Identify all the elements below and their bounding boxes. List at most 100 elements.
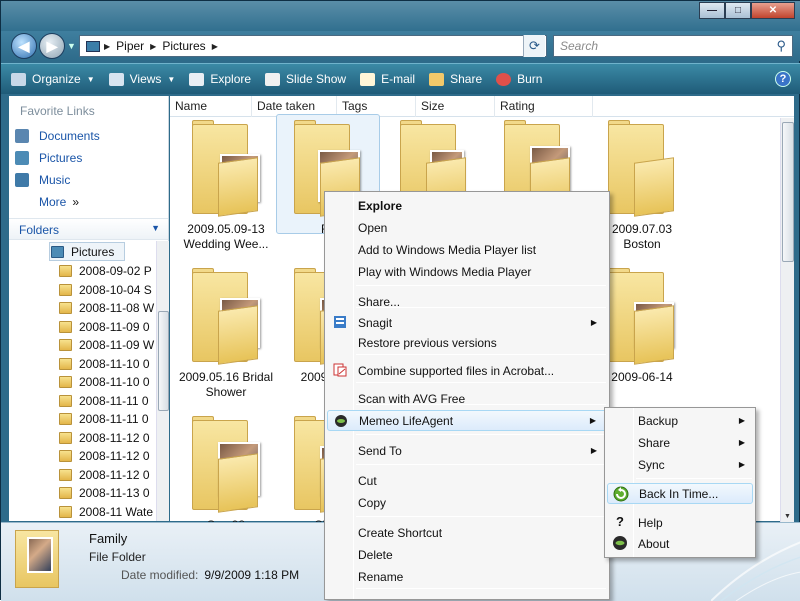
submenu-arrow-icon: ▶ bbox=[589, 416, 596, 425]
details-modified: Date modified: 9/9/2009 1:18 PM bbox=[121, 568, 299, 582]
snagit-icon bbox=[334, 316, 346, 328]
submenu-item-label: About bbox=[638, 536, 670, 551]
menu-item-label: Send To bbox=[358, 443, 402, 458]
email-button[interactable]: E-mail bbox=[360, 72, 415, 86]
share-button[interactable]: Share bbox=[429, 72, 482, 86]
breadcrumb-piper[interactable]: Piper bbox=[116, 39, 144, 53]
tree-item-folder[interactable]: 2008-11-12 0 bbox=[59, 466, 150, 484]
tree-scrollbar-thumb[interactable] bbox=[158, 311, 169, 411]
scroll-down-icon[interactable]: ▼ bbox=[784, 513, 791, 520]
favorite-pictures[interactable]: Pictures bbox=[15, 151, 82, 165]
breadcrumb-separator-icon[interactable]: ▶ bbox=[212, 42, 218, 51]
menu-item-explore[interactable]: Explore bbox=[327, 195, 607, 216]
explore-button[interactable]: Explore bbox=[189, 72, 251, 86]
address-bar[interactable]: ▶ Piper ▶ Pictures ▶ ▼ bbox=[79, 35, 547, 57]
recent-pages-dropdown[interactable]: ▼ bbox=[67, 41, 76, 51]
folder-icon bbox=[59, 265, 72, 277]
menu-item-combine-supported-files-in-acrobat[interactable]: Combine supported files in Acrobat... bbox=[327, 360, 607, 381]
tree-item-label: 2008-11-11 0 bbox=[79, 412, 149, 426]
column-name[interactable]: Name bbox=[170, 96, 252, 117]
tree-item-folder[interactable]: 2008-11-08 W bbox=[59, 299, 154, 317]
views-button[interactable]: Views ▼ bbox=[108, 72, 175, 86]
help-icon: ? bbox=[779, 73, 787, 85]
menu-item-send-to[interactable]: Send To ▶ bbox=[327, 440, 607, 461]
submenu-item-label: Backup bbox=[638, 413, 679, 428]
folders-title: Folders bbox=[19, 223, 60, 237]
favorite-music[interactable]: Music bbox=[15, 173, 70, 187]
organize-button[interactable]: Organize ▼ bbox=[11, 72, 95, 86]
folder-icon bbox=[192, 268, 260, 365]
tree-item-folder[interactable]: 2008-09-02 P bbox=[59, 262, 152, 280]
favorite-documents[interactable]: Documents bbox=[15, 129, 100, 143]
menu-item-share[interactable]: Share... bbox=[327, 291, 607, 312]
menu-item-create-shortcut[interactable]: Create Shortcut bbox=[327, 522, 607, 543]
folder-icon bbox=[59, 302, 72, 314]
menu-item-delete[interactable]: Delete bbox=[327, 544, 607, 565]
tree-item-folder[interactable]: 2008-11-11 0 bbox=[59, 410, 149, 428]
tree-item-folder[interactable]: 2008-11-12 0 bbox=[59, 447, 150, 465]
tree-scrollbar[interactable] bbox=[156, 241, 169, 521]
folders-header[interactable]: Folders ▼ bbox=[9, 218, 168, 240]
menu-item-rename[interactable]: Rename bbox=[327, 566, 607, 587]
menu-separator bbox=[356, 382, 606, 383]
submenu-item-back-in-time[interactable]: Back In Time... bbox=[607, 483, 753, 504]
file-list-scrollbar-thumb[interactable] bbox=[782, 122, 794, 262]
back-button[interactable]: ◀ bbox=[11, 33, 37, 59]
help-button[interactable]: ? bbox=[775, 71, 791, 87]
refresh-button[interactable]: ⟳ bbox=[523, 35, 545, 57]
submenu-item-help[interactable]: ? Help bbox=[607, 512, 753, 533]
breadcrumb-separator-icon[interactable]: ▶ bbox=[150, 42, 156, 51]
folder-icon bbox=[59, 339, 72, 351]
breadcrumb-separator-icon[interactable]: ▶ bbox=[104, 42, 110, 51]
submenu-item-about[interactable]: About bbox=[607, 533, 753, 554]
favorite-more[interactable]: More » bbox=[39, 195, 79, 209]
menu-item-cut[interactable]: Cut bbox=[327, 470, 607, 491]
folder-icon bbox=[86, 40, 100, 52]
menu-item-memeo-lifeagent[interactable]: Memeo LifeAgent ▶ bbox=[327, 410, 607, 431]
menu-item-scan-with-avg-free[interactable]: Scan with AVG Free bbox=[327, 388, 607, 409]
search-input[interactable]: Search ⚲ bbox=[553, 35, 793, 57]
submenu-item-backup[interactable]: Backup ▶ bbox=[607, 410, 753, 431]
menu-item-play-with-windows-media-player[interactable]: Play with Windows Media Player bbox=[327, 261, 607, 282]
forward-button[interactable]: ▶ bbox=[39, 33, 65, 59]
favorite-label: Pictures bbox=[39, 151, 83, 165]
folder-icon bbox=[59, 487, 72, 499]
breadcrumb-pictures[interactable]: Pictures bbox=[162, 39, 205, 53]
tree-item-folder[interactable]: 2008-11 Wate bbox=[59, 503, 153, 521]
menu-item-label: Memeo LifeAgent bbox=[359, 413, 454, 428]
menu-item-copy[interactable]: Copy bbox=[327, 492, 607, 513]
folder-icon bbox=[59, 394, 72, 407]
submenu-item-share[interactable]: Share ▶ bbox=[607, 432, 753, 453]
file-list-scrollbar[interactable]: ▼ bbox=[780, 118, 794, 522]
close-button[interactable]: ✕ bbox=[751, 2, 795, 19]
family-folder-thumbnail bbox=[15, 527, 67, 589]
tree-item-folder[interactable]: 2008-11-10 0 bbox=[59, 355, 150, 373]
pictures-folder-icon bbox=[51, 246, 64, 258]
menu-item-label: Cut bbox=[358, 473, 377, 488]
folder-tree: Pictures 2008-09-02 P 2008-10-04 S 2008-11… bbox=[9, 241, 155, 521]
menu-item-add-to-windows-media-player-list[interactable]: Add to Windows Media Player list bbox=[327, 239, 607, 260]
tree-item-folder[interactable]: 2008-11-09 0 bbox=[59, 318, 150, 336]
tree-item-folder[interactable]: 2008-11-10 0 bbox=[59, 373, 150, 391]
burn-button[interactable]: Burn bbox=[496, 72, 542, 86]
submenu-item-sync[interactable]: Sync ▶ bbox=[607, 454, 753, 475]
slideshow-button[interactable]: Slide Show bbox=[265, 72, 346, 86]
search-icon[interactable]: ⚲ bbox=[776, 38, 786, 54]
tree-item-folder[interactable]: 2008-11-13 0 bbox=[59, 484, 150, 502]
column-rating[interactable]: Rating bbox=[495, 96, 593, 117]
menu-separator bbox=[356, 464, 606, 465]
chevron-down-icon: ▼ bbox=[86, 74, 95, 84]
tree-item-folder[interactable]: 2008-10-04 S bbox=[59, 281, 152, 299]
tree-item-folder[interactable]: 2008-11-11 0 bbox=[59, 392, 149, 410]
menu-item-snagit[interactable]: Snagit ▶ bbox=[327, 312, 607, 333]
menu-item-restore-previous-versions[interactable]: Restore previous versions bbox=[327, 332, 607, 353]
menu-item-open[interactable]: Open bbox=[327, 217, 607, 238]
submenu-item-label: Sync bbox=[638, 457, 665, 472]
minimize-button[interactable]: — bbox=[699, 2, 725, 19]
tree-item-folder[interactable]: 2008-11-09 W bbox=[59, 336, 154, 354]
column-size[interactable]: Size bbox=[416, 96, 495, 117]
tree-item-folder[interactable]: 2008-11-12 0 bbox=[59, 429, 150, 447]
folder-icon bbox=[59, 283, 72, 296]
maximize-button[interactable]: □ bbox=[725, 2, 751, 19]
tree-item-pictures[interactable]: Pictures bbox=[51, 243, 114, 261]
